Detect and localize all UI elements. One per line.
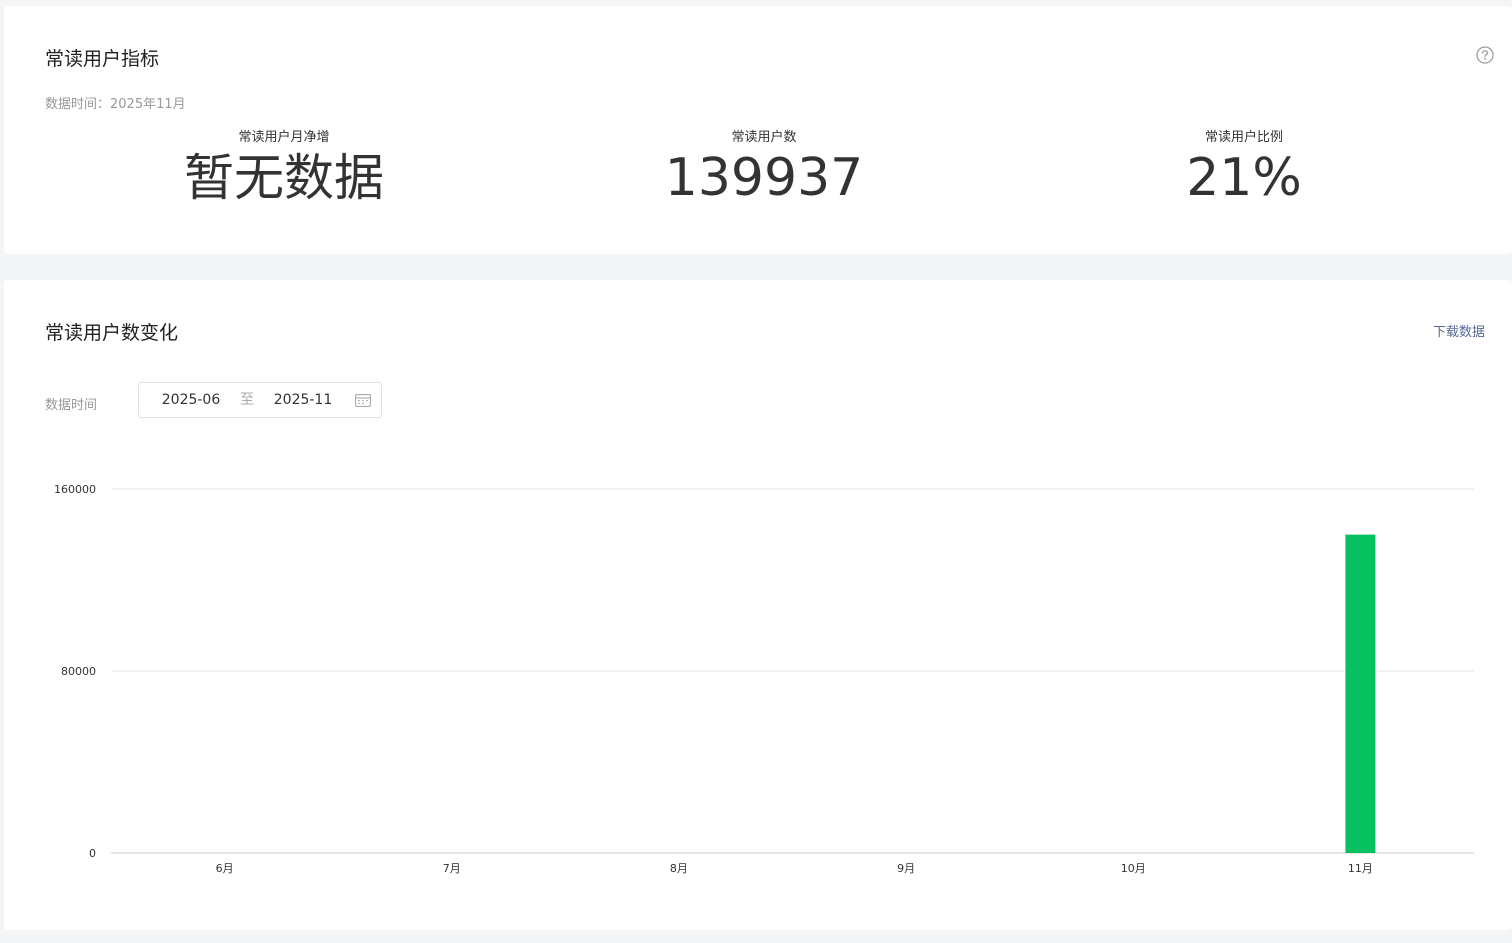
question-circle-icon[interactable] <box>1476 46 1494 64</box>
metric-frequent-ratio: 常读用户比例 21% <box>1044 130 1444 208</box>
metric-label: 常读用户比例 <box>1204 130 1283 145</box>
metrics-card-title: 常读用户指标 <box>45 48 160 70</box>
data-time: 数据时间：2025年11月 <box>45 97 186 112</box>
metric-value: 139937 <box>664 148 864 208</box>
metric-value: 暂无数据 <box>184 149 384 207</box>
download-data-link[interactable]: 下载数据 <box>1433 321 1485 340</box>
x-tick-label: 8月 <box>670 862 688 875</box>
y-tick-label: 0 <box>89 847 96 860</box>
range-separator: 至 <box>240 392 254 408</box>
x-tick-label: 7月 <box>443 862 461 875</box>
range-label: 数据时间 <box>45 398 98 413</box>
range-start-input[interactable] <box>151 383 231 417</box>
y-tick-label: 80000 <box>61 665 96 678</box>
y-tick-label: 160000 <box>54 483 96 496</box>
metric-label: 常读用户月净增 <box>238 130 330 145</box>
range-end-input[interactable] <box>263 383 343 417</box>
metric-value: 21% <box>1186 148 1302 208</box>
metric-label: 常读用户数 <box>731 130 797 145</box>
metric-monthly-net-growth: 常读用户月净增 暂无数据 <box>84 130 484 208</box>
trend-card-title: 常读用户数变化 <box>45 322 179 344</box>
x-tick-label: 10月 <box>1121 862 1146 875</box>
frequent-users-bar-chart: 0 80000 160000 6月 7月 8月 9月 10月 11月 <box>54 483 1474 875</box>
metrics-card: 常读用户指标 数据时间：2025年11月 常读用户月净增 暂无数据 常读用户数 … <box>4 6 1512 254</box>
trend-card: 常读用户数变化 下载数据 数据时间 至 0 80000 160000 6月 7月 8月 9月… <box>4 280 1512 930</box>
calendar-icon[interactable] <box>355 393 371 407</box>
date-range-picker[interactable]: 至 <box>138 382 382 418</box>
metric-frequent-users: 常读用户数 139937 <box>564 130 964 208</box>
x-tick-label: 9月 <box>897 862 915 875</box>
bar[interactable] <box>1345 534 1376 853</box>
x-tick-label: 6月 <box>216 862 234 875</box>
x-tick-label: 11月 <box>1348 862 1373 875</box>
